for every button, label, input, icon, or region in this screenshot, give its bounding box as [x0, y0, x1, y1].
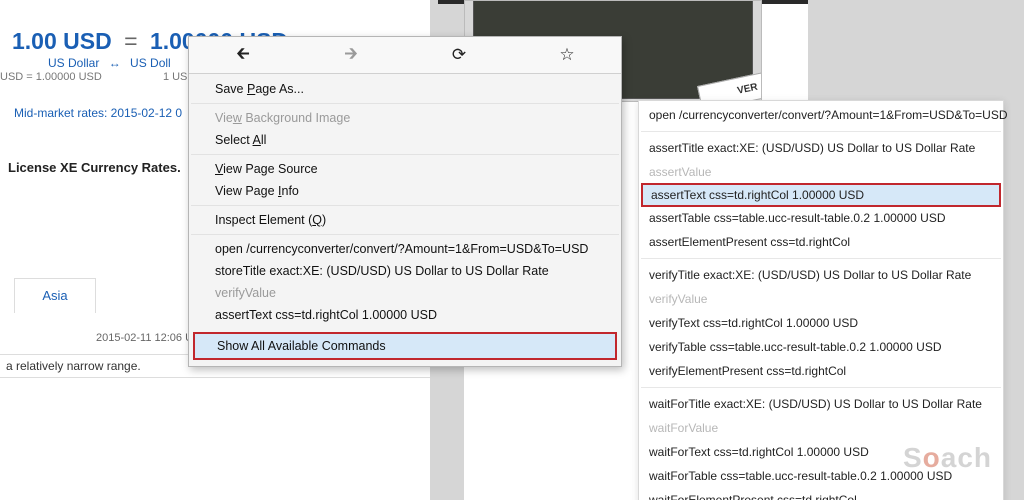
page-timestamp: 2015-02-11 12:06 U — [96, 332, 193, 344]
separator — [191, 205, 619, 206]
command-item[interactable]: open /currencyconverter/convert/?Amount=… — [639, 103, 1003, 127]
mid-market-link[interactable]: Mid-market rates: 2015-02-12 0 — [14, 106, 182, 120]
separator — [641, 131, 1001, 132]
license-text: License XE Currency Rates. — [8, 160, 181, 175]
context-menu-item: View Background Image — [189, 107, 621, 129]
small-rate: USD = 1.00000 USD 1 USD = — [0, 71, 205, 83]
separator — [641, 258, 1001, 259]
context-menu-items: Save Page As... View Background ImageSele… — [189, 74, 621, 330]
tab-asia[interactable]: Asia — [14, 278, 96, 313]
context-menu-item[interactable]: assertText css=td.rightCol 1.00000 USD — [189, 304, 621, 326]
command-item[interactable]: verifyText css=td.rightCol 1.00000 USD — [639, 311, 1003, 335]
command-item[interactable]: assertElementPresent css=td.rightCol — [639, 230, 1003, 254]
command-item[interactable]: assertTitle exact:XE: (USD/USD) US Dolla… — [639, 136, 1003, 160]
commands-list: open /currencyconverter/convert/?Amount=… — [639, 101, 1003, 500]
command-item[interactable]: waitForTable css=table.ucc-result-table.… — [639, 464, 1003, 488]
command-item[interactable]: assertTable css=table.ucc-result-table.0… — [639, 206, 1003, 230]
separator — [191, 234, 619, 235]
context-toolbar: 🡰 🡲 ⟳ ☆ — [189, 37, 621, 74]
context-menu-item[interactable]: Save Page As... — [189, 78, 621, 100]
command-item: verifyValue — [639, 287, 1003, 311]
context-menu-item[interactable]: Select All — [189, 129, 621, 151]
back-icon[interactable]: 🡰 — [189, 41, 297, 70]
rate-from-cur: USD — [63, 28, 112, 54]
command-item[interactable]: waitForTitle exact:XE: (USD/USD) US Doll… — [639, 392, 1003, 416]
forward-icon[interactable]: 🡲 — [297, 41, 405, 70]
command-item[interactable]: verifyTable css=table.ucc-result-table.0… — [639, 335, 1003, 359]
separator — [191, 154, 619, 155]
context-menu-item[interactable]: View Page Info — [189, 180, 621, 202]
context-menu-item[interactable]: View Page Source — [189, 158, 621, 180]
swap-icon[interactable]: ↔ — [103, 56, 127, 70]
command-item[interactable]: verifyTitle exact:XE: (USD/USD) US Dolla… — [639, 263, 1003, 287]
command-item[interactable]: waitForText css=td.rightCol 1.00000 USD — [639, 440, 1003, 464]
reload-icon[interactable]: ⟳ — [405, 45, 513, 65]
context-menu-item: verifyValue — [189, 282, 621, 304]
rate-from-amount: 1.00 — [12, 28, 57, 54]
command-item[interactable]: verifyElementPresent css=td.rightCol — [639, 359, 1003, 383]
rate-sub-from: US Dollar — [48, 56, 99, 70]
bookmark-icon[interactable]: ☆ — [513, 45, 621, 65]
rate-sub-to: US Doll — [130, 56, 171, 70]
command-item: assertValue — [639, 160, 1003, 184]
context-menu-item[interactable]: open /currencyconverter/convert/?Amount=… — [189, 238, 621, 260]
separator — [641, 387, 1001, 388]
command-item[interactable]: assertText css=td.rightCol 1.00000 USD — [641, 183, 1001, 207]
context-menu-item[interactable]: storeTitle exact:XE: (USD/USD) US Dollar… — [189, 260, 621, 282]
small-rate-left: USD = 1.00000 USD — [0, 71, 102, 83]
separator — [191, 103, 619, 104]
context-menu-item[interactable]: Inspect Element (Q) — [189, 209, 621, 231]
equals-sign: = — [118, 28, 143, 54]
command-item: waitForValue — [639, 416, 1003, 440]
show-all-commands[interactable]: Show All Available Commands — [193, 332, 617, 360]
rate-subline: US Dollar ↔ US Doll — [48, 56, 171, 70]
command-item[interactable]: waitForElementPresent css=td.rightCol — [639, 488, 1003, 500]
context-menu: 🡰 🡲 ⟳ ☆ Save Page As... View Background I… — [188, 36, 622, 367]
commands-panel: open /currencyconverter/convert/?Amount=… — [638, 100, 1004, 500]
